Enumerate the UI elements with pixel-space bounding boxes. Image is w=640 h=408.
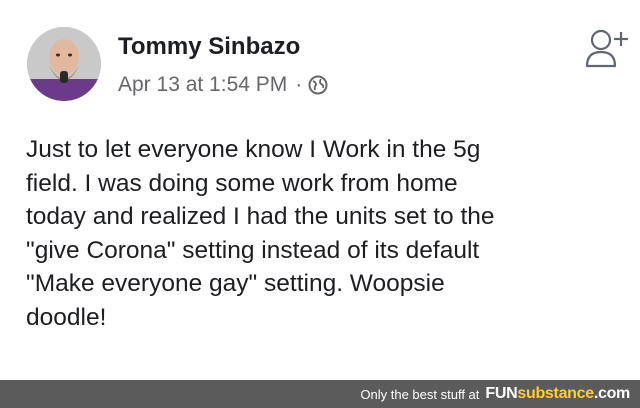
meta-separator: · xyxy=(295,73,303,96)
avatar-image xyxy=(27,27,101,101)
post-meta: Apr 13 at 1:54 PM · xyxy=(118,73,328,97)
logo-suffix: .com xyxy=(593,385,630,402)
logo-sub: substance xyxy=(517,385,594,402)
watermark-caption: Only the best stuff at xyxy=(360,386,480,402)
watermark-logo: FUNsubstance.com xyxy=(485,385,630,403)
post-timestamp[interactable]: Apr 13 at 1:54 PM xyxy=(118,73,287,97)
watermark: Only the best stuff at FUNsubstance.com xyxy=(360,380,630,408)
post-author-name[interactable]: Tommy Sinbazo xyxy=(118,33,300,61)
globe-icon[interactable] xyxy=(308,75,328,95)
logo-fun: FUN xyxy=(485,385,518,402)
add-friend-icon[interactable] xyxy=(584,26,630,74)
avatar[interactable] xyxy=(27,27,101,101)
watermark-bar: Only the best stuff at FUNsubstance.com xyxy=(0,380,640,408)
facebook-post: Tommy Sinbazo Apr 13 at 1:54 PM · Just t… xyxy=(0,0,640,380)
post-body-text: Just to let everyone know I Work in the … xyxy=(26,136,495,331)
